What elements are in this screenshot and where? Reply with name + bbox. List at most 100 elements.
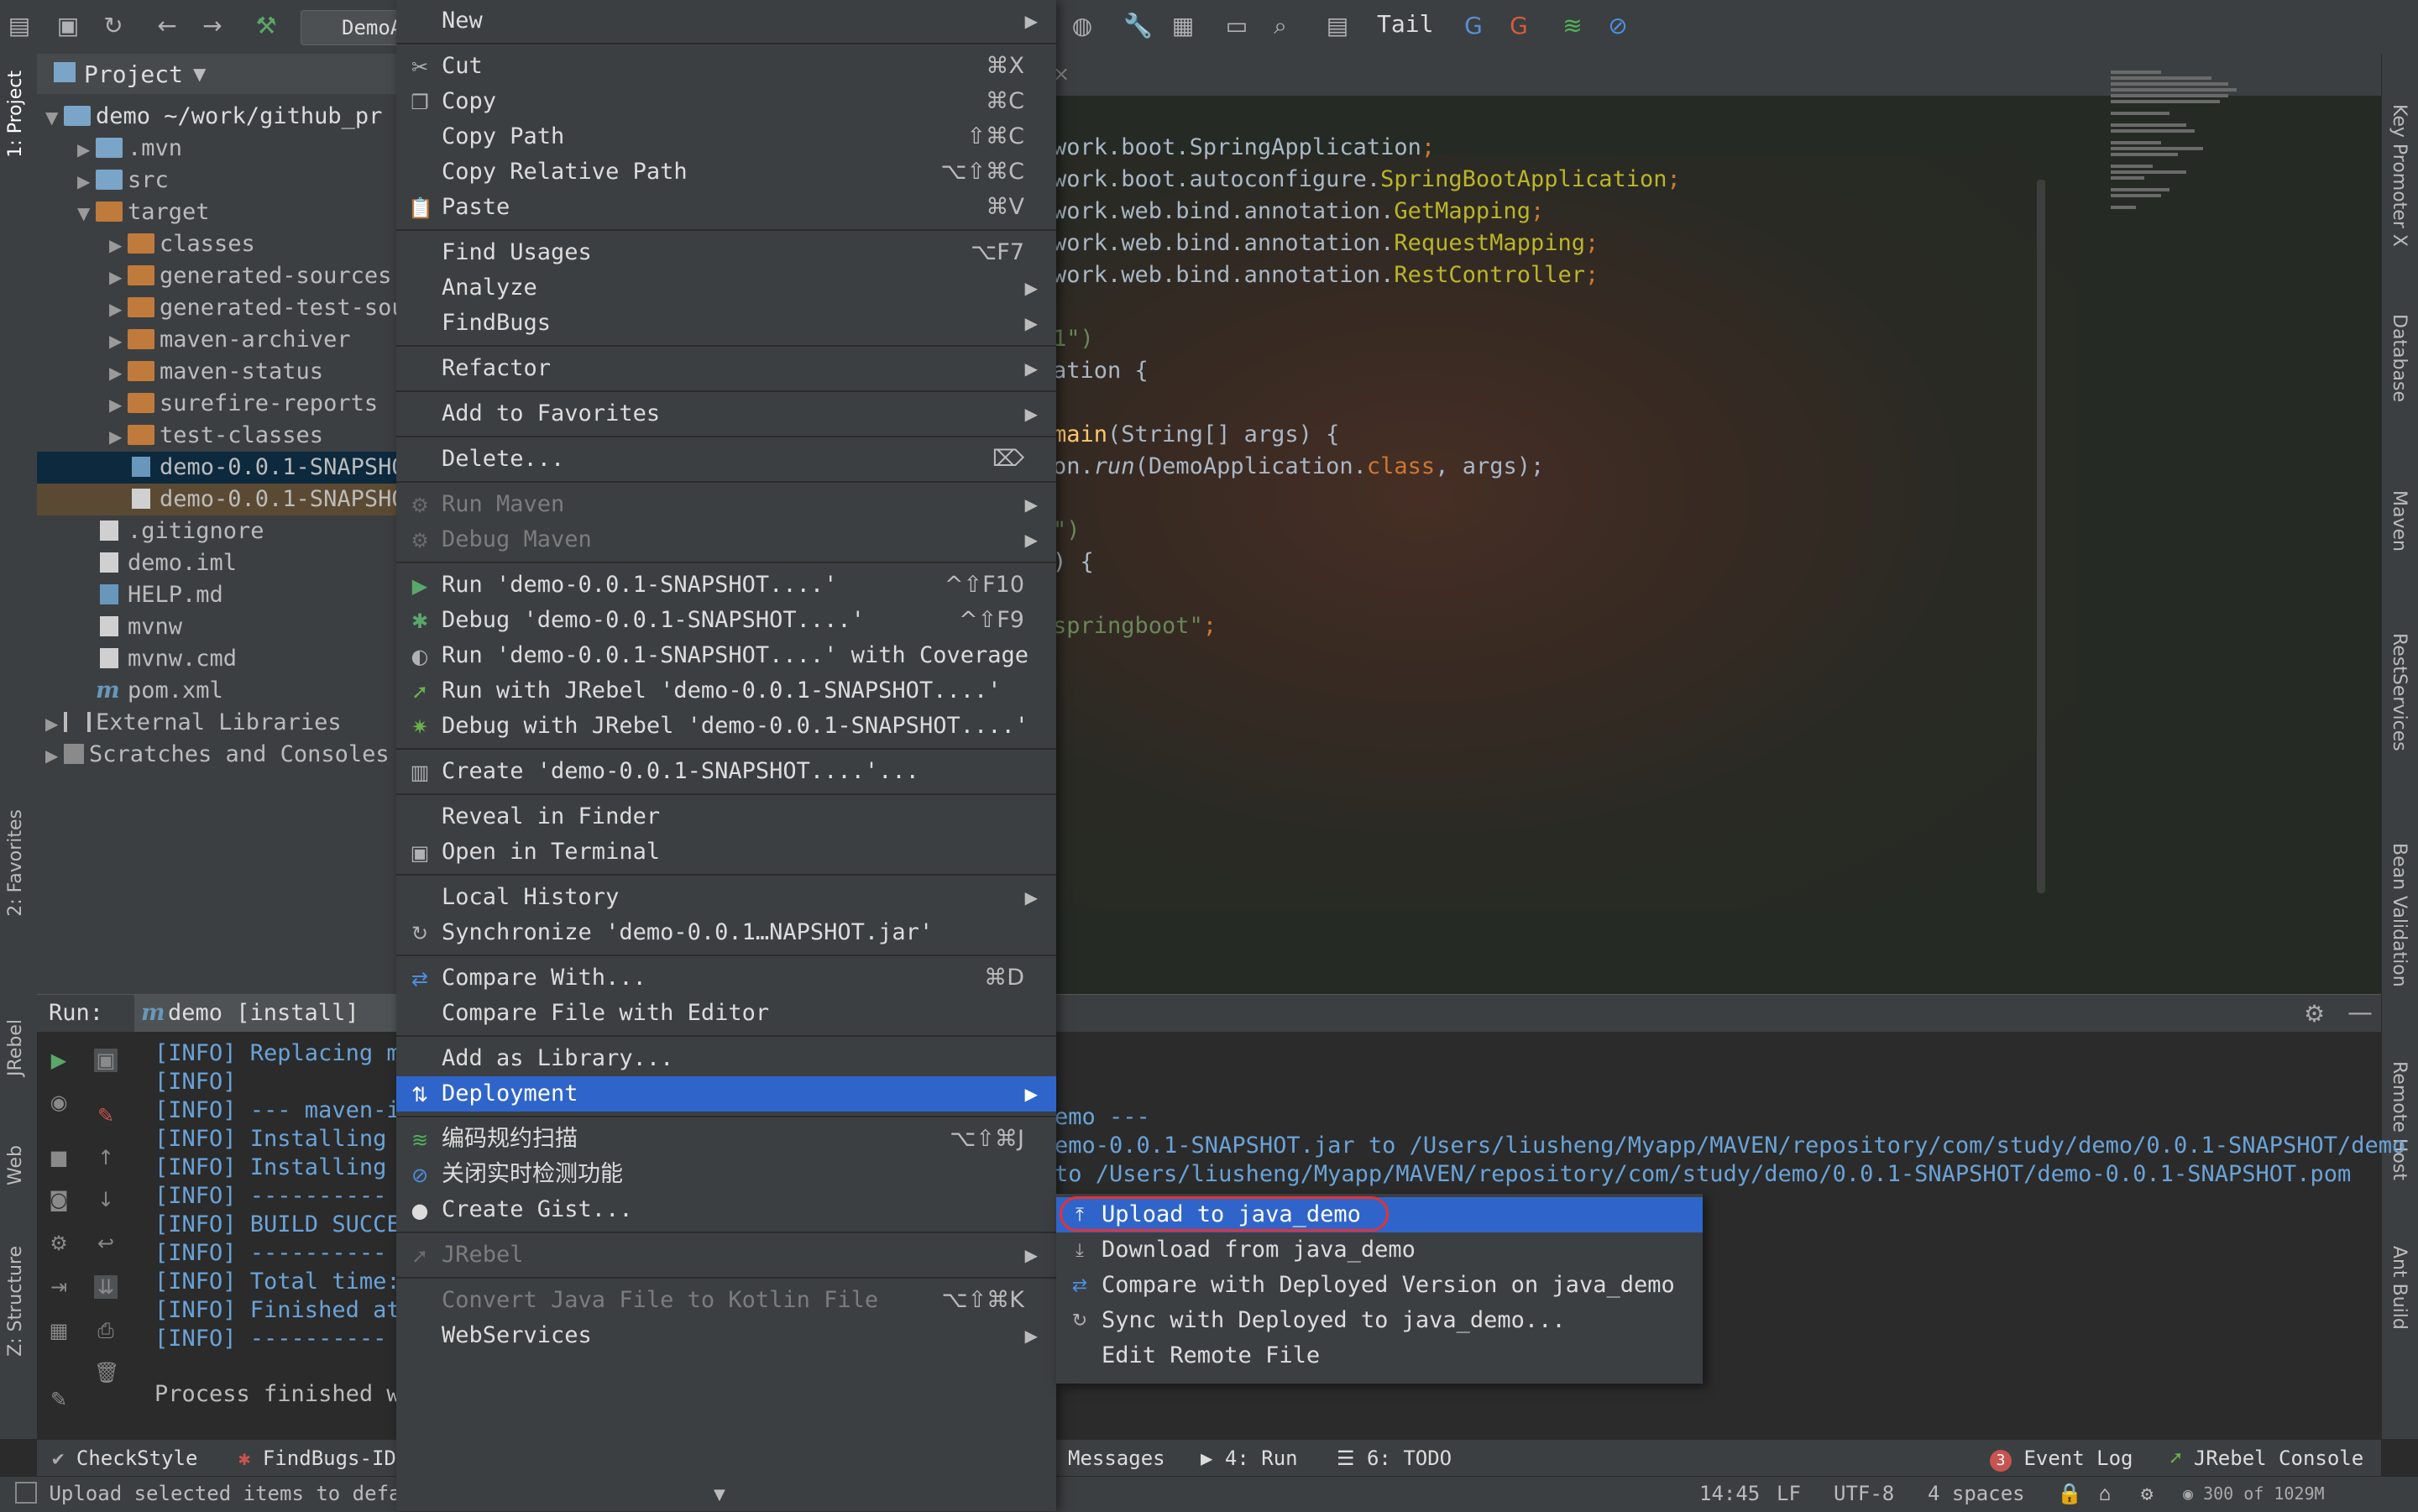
tab-run[interactable]: ▶ 4: Run <box>1201 1447 1298 1470</box>
menu-item-debug-with-jrebel-demo-0-0-1-snapshot[interactable]: ✷ Debug with JRebel 'demo-0.0.1-SNAPSHOT.… <box>396 709 1056 744</box>
up-icon[interactable]: ↑ <box>94 1146 118 1169</box>
camera-icon[interactable]: ◙ <box>47 1188 71 1211</box>
tree-item[interactable]: demo-0.0.1-SNAPSHO <box>37 452 398 484</box>
exit-icon[interactable]: ⇥ <box>47 1275 71 1299</box>
menu-item-copy-path[interactable]: Copy Path ⇧⌘C <box>396 119 1056 154</box>
chevron-right-icon[interactable]: ▶ <box>109 261 128 293</box>
git-icon[interactable]: ⌂ <box>2099 1482 2111 1505</box>
menu-item-run-demo-0-0-1-snapshot-with-coverage[interactable]: ◐ Run 'demo-0.0.1-SNAPSHOT....' with Cove… <box>396 638 1056 673</box>
chevron-down-icon[interactable]: ▼ <box>193 64 206 84</box>
memory-indicator[interactable]: ◉ 300 of 1029M <box>2183 1483 2325 1504</box>
chevron-right-icon[interactable]: ▶ <box>109 357 128 389</box>
tab-web[interactable]: Web <box>5 1145 26 1185</box>
chevron-down-icon[interactable]: ▼ <box>45 102 64 133</box>
tab-checkstyle[interactable]: ✔ CheckStyle <box>52 1447 197 1470</box>
tree-item[interactable]: ▶ External Libraries <box>37 707 398 739</box>
tab-key-promoter[interactable]: Key Promoter X <box>2389 104 2410 247</box>
menu-item-copy[interactable]: ❐ Copy ⌘C <box>396 84 1056 119</box>
tree-item[interactable]: ▶ Scratches and Consoles <box>37 739 398 771</box>
menu-item-create-gist[interactable]: ● Create Gist... <box>396 1192 1056 1227</box>
chevron-right-icon[interactable]: ▶ <box>45 708 64 740</box>
tree-item[interactable]: ▶ maven-status <box>37 356 398 388</box>
tree-item[interactable]: HELP.md <box>37 579 398 611</box>
tasks-icon[interactable]: ▤ <box>1323 12 1352 40</box>
forward-icon[interactable]: → <box>198 12 227 40</box>
tab-event-log[interactable]: 3 Event Log <box>1990 1447 2133 1472</box>
down-icon[interactable]: ↓ <box>94 1188 118 1211</box>
menu-item-item[interactable]: ⊘ 关闭实时检测功能 <box>396 1157 1056 1192</box>
menu-item-run-demo-0-0-1-snapshot[interactable]: ▶ Run 'demo-0.0.1-SNAPSHOT....' ^⇧F10 <box>396 568 1056 603</box>
tab-ant-build[interactable]: Ant Build <box>2389 1246 2410 1330</box>
build-icon[interactable]: ⚒ <box>252 12 280 40</box>
menu-item-add-to-favorites[interactable]: Add to Favorites ▶ <box>396 396 1056 432</box>
menu-item-reveal-in-finder[interactable]: Reveal in Finder <box>396 799 1056 834</box>
tree-item[interactable]: m pom.xml <box>37 675 398 707</box>
clear-icon[interactable]: ✎ <box>94 1104 118 1127</box>
tab-remote-host[interactable]: Remote Host <box>2389 1061 2410 1180</box>
project-panel-title[interactable]: Project <box>84 60 183 88</box>
submenu-item-download-from-java-demo[interactable]: ⤓ Download from java_demo <box>1056 1232 1703 1268</box>
tab-favorites[interactable]: 2: Favorites <box>5 809 26 917</box>
chevron-down-icon[interactable]: ▼ <box>77 197 96 229</box>
soft-wrap-icon[interactable]: ↩ <box>94 1232 118 1255</box>
menu-item-paste[interactable]: 📋 Paste ⌘V <box>396 190 1056 225</box>
code-minimap[interactable] <box>2111 71 2304 238</box>
chevron-right-icon[interactable]: ▶ <box>109 229 128 261</box>
menu-item-compare-with[interactable]: ⇄ Compare With... ⌘D <box>396 960 1056 996</box>
menu-item-cut[interactable]: ✂ Cut ⌘X <box>396 49 1056 84</box>
tab-database[interactable]: Database <box>2389 314 2410 402</box>
debug-rerun-icon[interactable]: ◉ <box>47 1091 71 1114</box>
tree-item[interactable]: ▶ generated-test-sou <box>37 292 398 324</box>
gear-icon[interactable]: ⚙ <box>47 1232 71 1255</box>
terminal-icon[interactable]: ▭ <box>1222 12 1251 40</box>
layout-icon[interactable]: ▦ <box>47 1319 71 1342</box>
submenu-item-edit-remote-file[interactable]: Edit Remote File <box>1056 1338 1703 1373</box>
tree-item[interactable]: mvnw.cmd <box>37 643 398 675</box>
tree-item[interactable]: demo-0.0.1-SNAPSHO <box>37 484 398 515</box>
menu-item-copy-relative-path[interactable]: Copy Relative Path ⌥⇧⌘C <box>396 154 1056 190</box>
folder-open-icon[interactable]: ▤ <box>5 12 34 40</box>
editor-scrollbar[interactable] <box>2037 180 2045 893</box>
coverage-icon[interactable]: ◍ <box>1068 12 1096 40</box>
chevron-right-icon[interactable]: ▶ <box>77 165 96 197</box>
menu-item-synchronize-demo-0-0-1-napshot-jar[interactable]: ↻ Synchronize 'demo-0.0.1…NAPSHOT.jar' <box>396 915 1056 950</box>
menu-item-run-with-jrebel-demo-0-0-1-snapshot[interactable]: ➚ Run with JRebel 'demo-0.0.1-SNAPSHOT...… <box>396 673 1056 709</box>
menu-item-open-in-terminal[interactable]: ▣ Open in Terminal <box>396 834 1056 870</box>
chevron-right-icon[interactable]: ▶ <box>109 421 128 453</box>
project-structure-icon[interactable]: ▦ <box>1169 12 1197 40</box>
tree-item[interactable]: ▶ src <box>37 165 398 196</box>
translate-icon[interactable]: G <box>1459 12 1488 40</box>
tree-item[interactable]: ▶ classes <box>37 228 398 260</box>
tab-rest-services[interactable]: RestServices <box>2389 633 2410 751</box>
tree-item[interactable]: ▼ target <box>37 196 398 228</box>
tree-item[interactable]: ▶ surefire-reports <box>37 388 398 420</box>
chevron-right-icon[interactable]: ▶ <box>45 740 64 772</box>
inspection-icon[interactable]: ⚙ <box>2141 1482 2153 1505</box>
caret-position[interactable]: 14:45 <box>1699 1482 1760 1505</box>
menu-item-local-history[interactable]: Local History ▶ <box>396 880 1056 915</box>
chevron-right-icon[interactable]: ▶ <box>109 325 128 357</box>
tree-item[interactable]: ▼ demo ~/work/github_pr <box>37 101 398 133</box>
menu-item-findbugs[interactable]: FindBugs ▶ <box>396 306 1056 341</box>
status-toggle-icon[interactable] <box>15 1482 37 1504</box>
menu-item-deployment[interactable]: ⇅ Deployment ▶ <box>396 1076 1056 1112</box>
tab-jrebel[interactable]: JRebel <box>5 1019 26 1076</box>
menu-item-compare-file-with-editor[interactable]: Compare File with Editor <box>396 996 1056 1031</box>
tree-item[interactable]: mvnw <box>37 611 398 643</box>
no-realtime-icon[interactable]: ⊘ <box>1604 12 1632 40</box>
trash-icon[interactable]: 🗑 <box>94 1361 119 1384</box>
submenu-item-sync-with-deployed[interactable]: ↻ Sync with Deployed to java_demo... <box>1056 1303 1703 1338</box>
tab-findbugs[interactable]: ✱ FindBugs-ID <box>238 1447 396 1470</box>
back-icon[interactable]: ← <box>153 12 181 40</box>
menu-item-webservices[interactable]: WebServices ▶ <box>396 1318 1056 1353</box>
tab-project[interactable]: 1: Project <box>5 71 26 158</box>
rerun-icon[interactable]: ▶ <box>47 1049 71 1072</box>
file-encoding[interactable]: UTF-8 <box>1834 1482 1894 1505</box>
minimize-icon[interactable]: — <box>2347 998 2373 1028</box>
tab-bean-validation[interactable]: Bean Validation <box>2389 843 2410 987</box>
tab-structure[interactable]: Z: Structure <box>5 1246 26 1357</box>
tab-messages[interactable]: Messages <box>1068 1447 1165 1470</box>
submenu-item-compare-with-deployed[interactable]: ⇄ Compare with Deployed Version on java_d… <box>1056 1268 1703 1303</box>
menu-scroll-down-icon[interactable]: ▼ <box>714 1486 725 1504</box>
chevron-right-icon[interactable]: ▶ <box>77 133 96 165</box>
